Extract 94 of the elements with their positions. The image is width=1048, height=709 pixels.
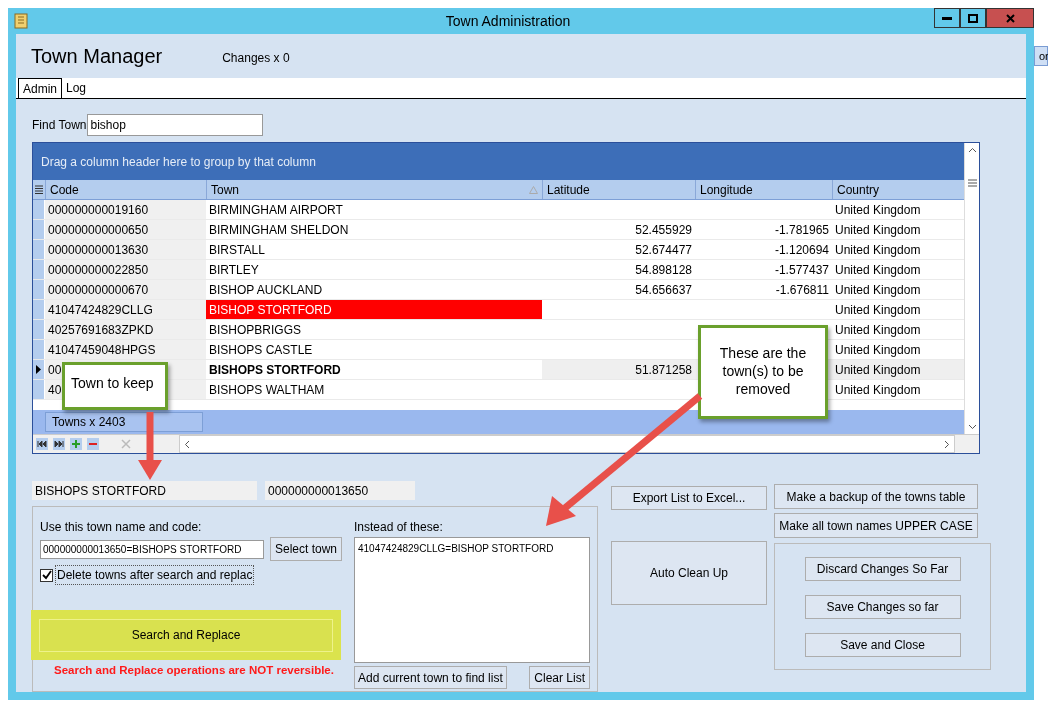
table-cell-text: United Kingdom — [834, 301, 922, 319]
column-header[interactable]: Latitude — [542, 180, 695, 199]
add-icon[interactable] — [70, 438, 82, 450]
table-cell-text: BISHOPS WALTHAM — [208, 381, 326, 399]
table-cell-text: United Kingdom — [834, 321, 922, 339]
table-cell: 000000000022850 — [45, 260, 206, 279]
save-action-button[interactable]: Save and Close — [804, 632, 961, 657]
scroll-left-icon[interactable] — [184, 439, 190, 449]
table-cell-text: United Kingdom — [834, 281, 922, 299]
selected-town-code: 000000000013650 — [265, 481, 415, 500]
close-button[interactable] — [986, 8, 1034, 28]
export-button[interactable]: Export List to Excel... — [611, 486, 767, 510]
callout: These are the town(s) to be removed — [698, 325, 828, 419]
minimize-icon — [942, 16, 952, 20]
table-cell: BISHOP STORTFORD — [206, 300, 542, 319]
add-to-list-button[interactable]: Add current town to find list — [354, 666, 507, 689]
table-cell-text: United Kingdom — [834, 381, 922, 399]
table-cell-text: United Kingdom — [834, 261, 922, 279]
table-cell: United Kingdom — [832, 360, 964, 379]
table-cell: 41047459048HPGS — [45, 340, 206, 359]
table-cell-text: -1.676811 — [774, 281, 830, 299]
save-action-button[interactable]: Discard Changes So Far — [804, 556, 961, 581]
table-cell-text: -1.781965 — [773, 221, 830, 239]
app-heading: Town Manager — [31, 44, 163, 69]
background-button[interactable]: or — [1034, 46, 1048, 66]
table-cell-text: United Kingdom — [834, 221, 922, 239]
column-header[interactable]: Town — [206, 180, 542, 199]
tab[interactable]: Admin — [18, 78, 62, 98]
table-cell-text: -1.120694 — [773, 241, 830, 259]
table-cell-text: 54.656637 — [634, 281, 693, 299]
table-cell-text: United Kingdom — [834, 201, 922, 219]
column-header[interactable]: Longitude — [695, 180, 832, 199]
selected-town-name: BISHOPS STORTFORD — [32, 481, 257, 500]
instead-list[interactable]: 41047424829CLLG=BISHOP STORTFORD — [354, 537, 590, 663]
table-cell-text: 52.674477 — [634, 241, 693, 259]
scroll-right-icon[interactable] — [944, 439, 950, 449]
scroll-down-icon[interactable] — [967, 424, 977, 430]
warning-text: Search and Replace operations are NOT reversible. — [54, 663, 335, 678]
scroll-up-icon[interactable] — [967, 147, 977, 153]
close-icon — [1005, 13, 1015, 23]
table-cell-text: 54.898128 — [634, 261, 693, 279]
vertical-scrollbar[interactable] — [964, 143, 979, 434]
row-indicator[interactable] — [33, 360, 45, 379]
search-replace-button[interactable]: Search and Replace — [39, 618, 333, 652]
use-town-label: Use this town name and code: — [40, 519, 203, 536]
table-cell-text: BIRMINGHAM AIRPORT — [208, 201, 344, 219]
table-cell-text: 52.455929 — [634, 221, 693, 239]
table-cell-text: BISHOPS CASTLE — [208, 341, 314, 359]
last-record-icon[interactable] — [53, 438, 65, 450]
table-cell-text: -1.577437 — [773, 261, 830, 279]
grip-icon[interactable] — [967, 179, 977, 187]
window-title: Town Administration — [444, 11, 572, 31]
current-row-icon — [36, 365, 41, 374]
save-action-button[interactable]: Save Changes so far — [804, 594, 961, 619]
table-cell: 41047424829CLLG — [45, 300, 206, 319]
maximize-icon — [968, 13, 978, 23]
table-cell-text: United Kingdom — [834, 241, 922, 259]
table-cell-text: BISHOPBRIGGS — [208, 321, 303, 339]
find-town-label: Find Town — [32, 117, 87, 134]
column-header[interactable]: Code — [45, 180, 206, 199]
cancel-icon[interactable] — [121, 439, 131, 449]
clear-list-button[interactable]: Clear List — [529, 666, 590, 689]
backup-button[interactable]: Make a backup of the towns table — [774, 484, 978, 509]
table-cell: 000000000000650 — [45, 220, 206, 239]
table-cell: 40257691683ZPKD — [45, 320, 206, 339]
table-cell-text: BIRSTALL — [208, 241, 266, 259]
changes-count: Changes x 0 — [222, 50, 290, 67]
use-town-field[interactable]: 000000000013650=BISHOPS STORTFORD — [40, 539, 264, 559]
table-cell: 000000000019160 — [45, 200, 206, 219]
select-town-button[interactable]: Select town — [270, 537, 343, 561]
horizontal-scrollbar[interactable] — [179, 435, 955, 453]
callout: Town to keep — [62, 362, 168, 410]
group-panel-hint: Drag a column header here to group by that column — [41, 153, 316, 171]
app-icon — [14, 13, 28, 29]
table-cell-text: United Kingdom — [834, 341, 922, 359]
maximize-button[interactable] — [960, 8, 986, 28]
table-cell-text: BIRMINGHAM SHELDON — [208, 221, 350, 239]
auto-clean-button[interactable]: Auto Clean Up — [611, 541, 767, 605]
table-cell: 51.871258 — [542, 360, 695, 379]
find-town-field[interactable]: bishop — [87, 114, 264, 136]
table-cell-text: BISHOPS STORTFORD — [208, 361, 342, 379]
checkmark-icon — [41, 570, 52, 580]
table-cell: 000000000000670 — [45, 280, 206, 299]
instead-label: Instead of these: — [354, 519, 444, 536]
minimize-button[interactable] — [934, 8, 960, 28]
arrow — [138, 412, 162, 480]
row-count: Towns x 2403 — [45, 412, 203, 432]
remove-icon[interactable] — [87, 438, 99, 450]
first-record-icon[interactable] — [36, 438, 48, 450]
upper-case-button[interactable]: Make all town names UPPER CASE — [774, 513, 978, 538]
table-cell-text: BIRTLEY — [208, 261, 260, 279]
table-cell: 000000000013630 — [45, 240, 206, 259]
table-cell-text: BISHOP AUCKLAND — [208, 281, 324, 299]
list-item[interactable]: 41047424829CLLG=BISHOP STORTFORD — [358, 541, 586, 556]
